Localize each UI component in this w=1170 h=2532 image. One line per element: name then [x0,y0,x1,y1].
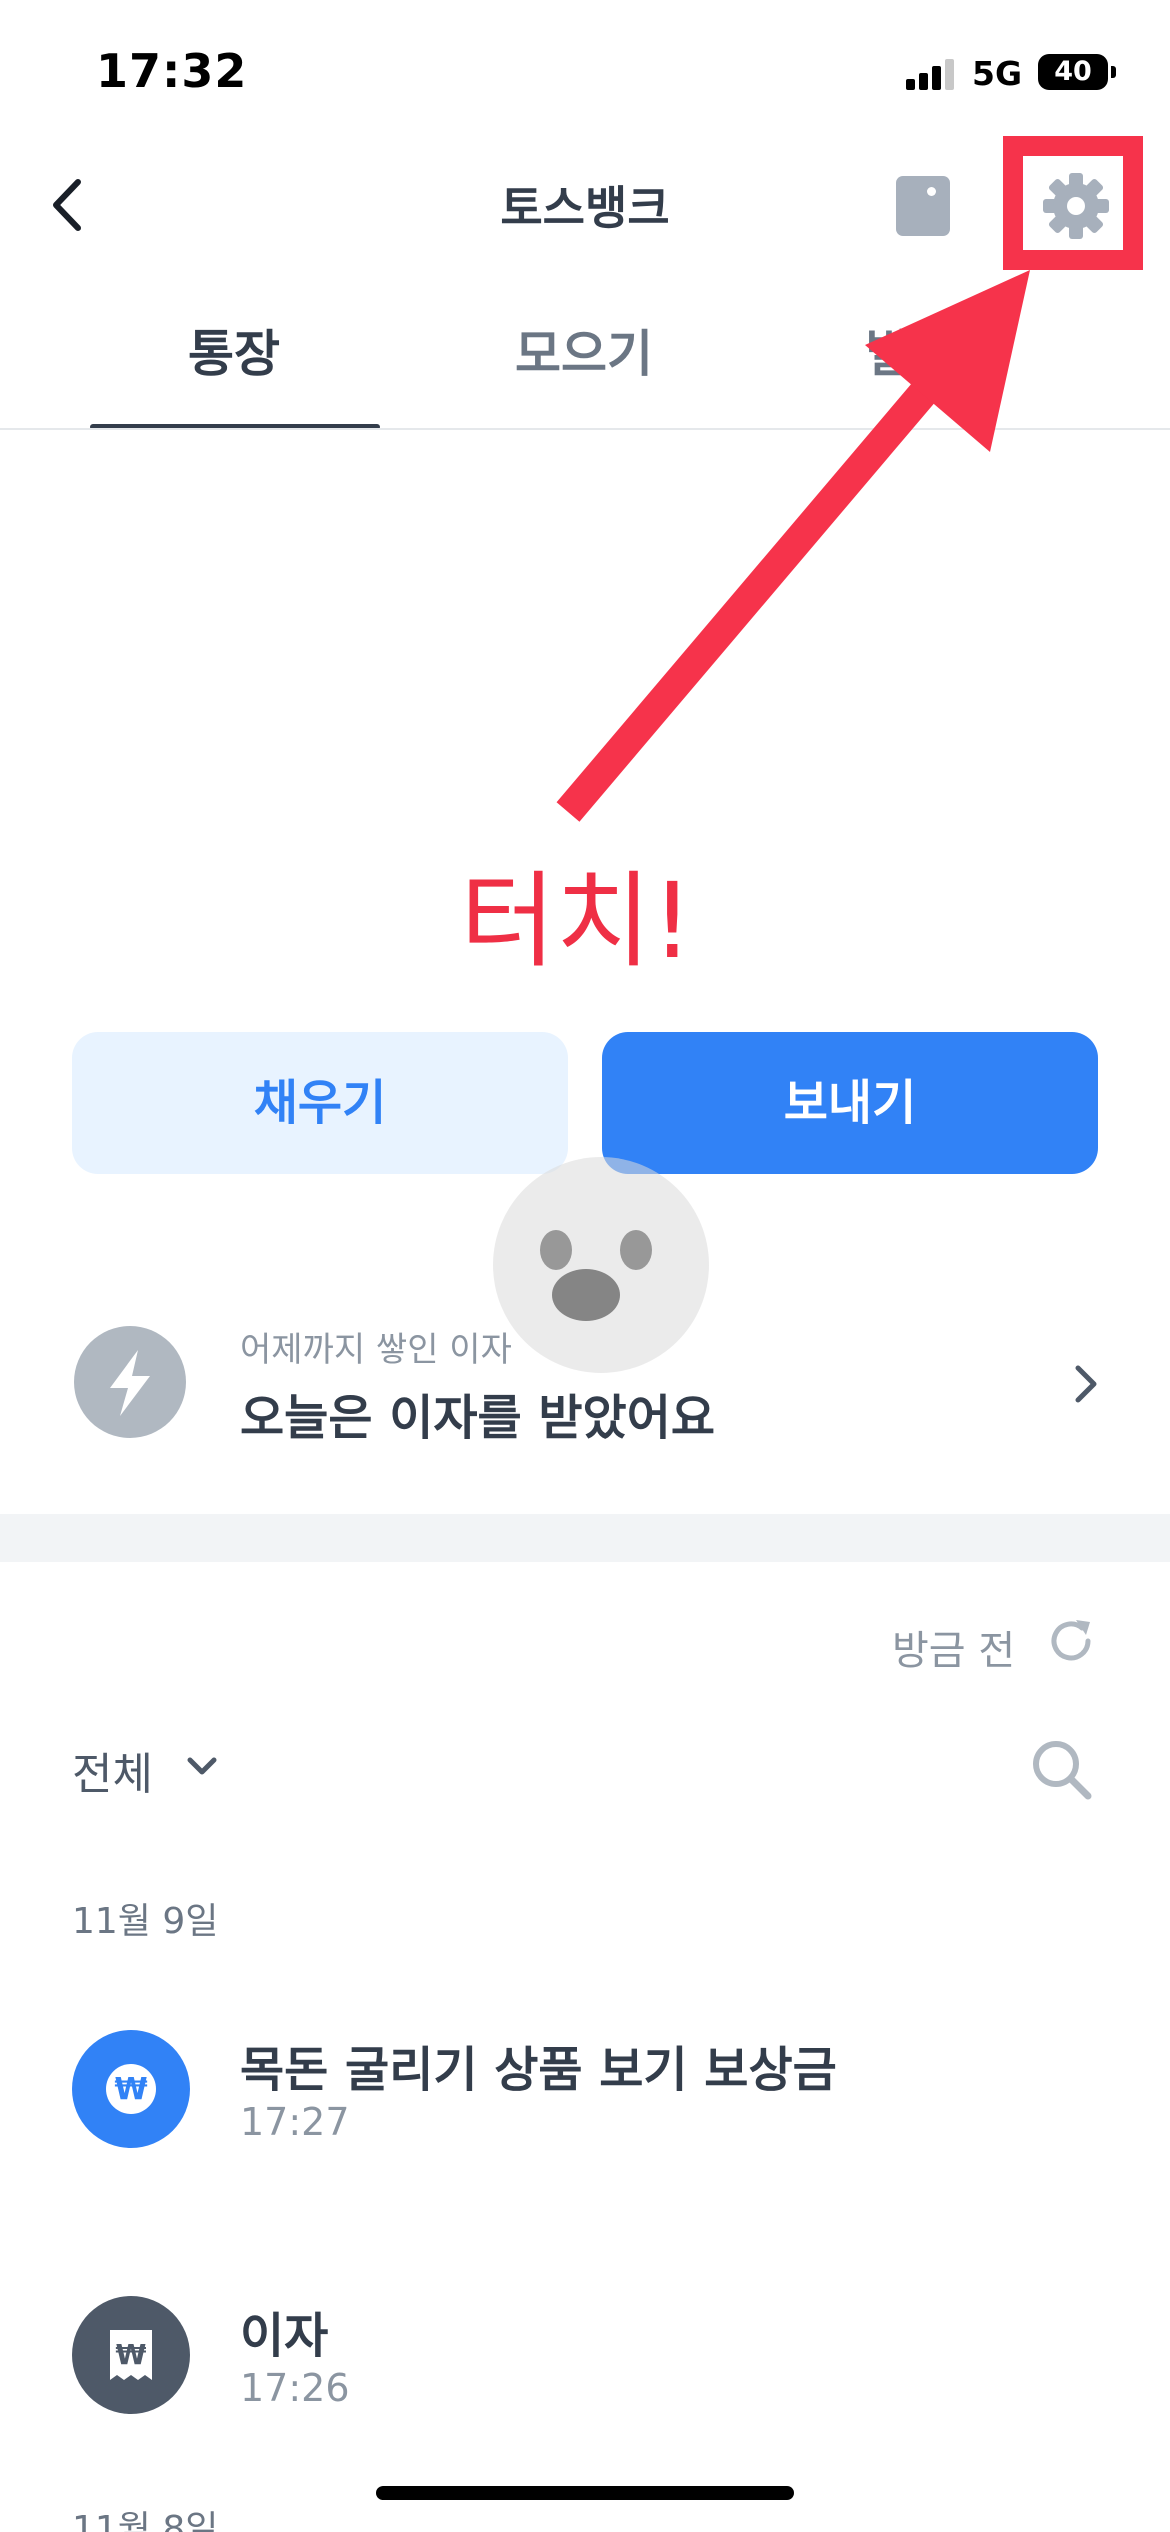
refresh-timestamp: 방금 전 [892,1628,1016,1674]
chevron-down-icon[interactable] [184,1752,220,1782]
refresh-icon[interactable] [1044,1614,1098,1668]
transaction-title[interactable]: 이자 [240,2296,328,2366]
chevron-right-icon[interactable] [1066,1360,1106,1408]
date-header: 11월 8일 [72,2509,219,2532]
svg-text:₩: ₩ [116,2338,147,2371]
search-icon[interactable] [1028,1736,1096,1804]
home-indicator[interactable] [376,2486,794,2500]
section-divider [0,1514,1170,1562]
interest-title[interactable]: 오늘은 이자를 받았어요 [240,1378,715,1448]
transaction-time: 17:27 [240,2100,350,2144]
won-coin-icon: ₩ [72,2030,190,2148]
transaction-title[interactable]: 목돈 굴리기 상품 보기 보상금 [240,2030,837,2100]
dog-sticker-image [493,1157,709,1373]
won-receipt-icon: ₩ [72,2296,190,2414]
filter-select[interactable]: 전체 [72,1738,153,1802]
annotation-text: 터치! [460,860,694,982]
date-header: 11월 9일 [72,1901,219,1942]
transaction-time: 17:26 [240,2366,350,2410]
lightning-icon [74,1326,186,1438]
svg-text:₩: ₩ [114,2072,147,2107]
interest-subtitle: 어제까지 쌓인 이자 [240,1330,512,1370]
